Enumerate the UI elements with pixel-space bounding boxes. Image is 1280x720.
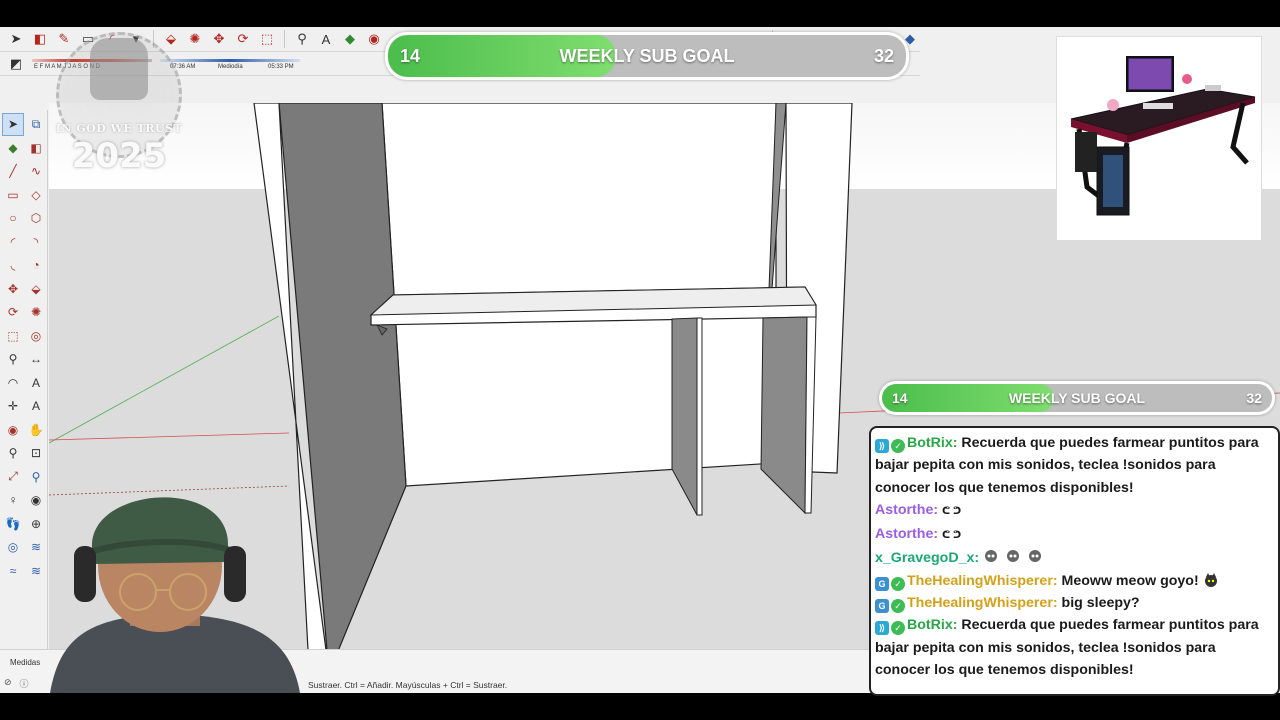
scale-icon[interactable]: ⬚ xyxy=(2,325,24,348)
in-god-we-trust-logo: IN GOD WE TRUST 2025 xyxy=(52,28,186,188)
chat-username: Astorthe xyxy=(875,501,934,518)
rotate-icon[interactable]: ⟳ xyxy=(2,301,24,324)
chat-message: ⟫ ✓ BotRix: Recuerda que puedes farmear pu… xyxy=(875,617,1259,678)
ghost-emote-icon xyxy=(1028,550,1041,563)
paint-icon[interactable]: ◆ xyxy=(2,137,24,160)
fist-icon xyxy=(90,38,148,100)
sub-goal-label: WEEKLY SUB GOAL xyxy=(559,45,735,66)
circle-icon[interactable]: ○ xyxy=(2,207,24,230)
stamp-icon[interactable]: ≈ xyxy=(2,560,24,583)
shadow-time-end: 05:33 PM xyxy=(268,64,294,70)
offset-icon[interactable]: ◎ xyxy=(25,325,47,348)
chat-username: Astorthe xyxy=(875,526,934,543)
chat-message: G ✓ TheHealingWhisperer: big sleepy? xyxy=(875,592,1272,614)
sub-goal-side-target: 32 xyxy=(1246,390,1262,406)
select-icon[interactable]: ➤ xyxy=(2,113,24,136)
sub-goal-bar-top: 14 WEEKLY SUB GOAL 32 xyxy=(385,32,909,80)
select-tool-icon[interactable]: ➤ xyxy=(6,29,26,49)
ghost-emote-icon xyxy=(985,550,998,563)
pie-icon[interactable]: ◔ xyxy=(25,254,47,277)
chat-message: Astorthe: ᕦ ᕤ xyxy=(875,526,962,543)
top-letterbox xyxy=(0,0,1280,27)
bottom-letterbox xyxy=(0,693,1280,720)
verified-badge-icon: ✓ xyxy=(891,439,905,453)
zoom-extents-icon[interactable]: ⤢ xyxy=(2,466,24,489)
ghost-emote-icon xyxy=(1007,550,1020,563)
polygon-icon[interactable]: ⬡ xyxy=(25,207,47,230)
verified-badge-icon: ✓ xyxy=(891,621,905,636)
eraser-small-icon[interactable]: ◩ xyxy=(6,54,26,74)
geo-location-icon[interactable]: ⊘ xyxy=(4,677,12,690)
eraser-tool-icon[interactable]: ◧ xyxy=(30,29,50,49)
protractor-icon[interactable]: ◠ xyxy=(2,372,24,395)
verified-badge-icon: ✓ xyxy=(891,576,905,591)
chat-text: ᕦ ᕤ xyxy=(942,505,962,517)
make-component-icon[interactable]: ⧉ xyxy=(25,113,47,136)
sub-badge-icon: G xyxy=(875,599,889,614)
chat-message: G ✓ TheHealingWhisperer: Meoww meow goyo! xyxy=(875,570,1272,592)
sub-goal-target: 32 xyxy=(873,45,894,66)
chat-username: x_GravegoD_x xyxy=(875,550,975,567)
sandbox-icon[interactable]: ◎ xyxy=(2,536,24,559)
bot-badge-icon: ⟫ xyxy=(875,439,889,453)
chat-text: Meoww meow goyo! xyxy=(1061,572,1199,589)
chat-text: big sleepy? xyxy=(1061,595,1140,612)
arc-3pt-icon[interactable]: ◟ xyxy=(2,254,24,277)
orbit-icon[interactable]: ◉ xyxy=(2,419,24,442)
paint-bucket-icon[interactable]: ◆ xyxy=(340,29,360,49)
text-icon[interactable]: A xyxy=(25,372,47,395)
follow-me-icon[interactable]: ✺ xyxy=(25,301,47,324)
status-hint: Sustraer. Ctrl = Añadir. Mayúsculas + Ct… xyxy=(308,680,508,690)
chat-username: BotRix xyxy=(907,435,953,451)
position-camera-icon[interactable]: ♀ xyxy=(2,489,24,512)
freehand-icon[interactable]: ∿ xyxy=(25,160,47,183)
move-icon[interactable]: ✥ xyxy=(2,278,24,301)
webcam-feed xyxy=(30,466,310,693)
move-tool-icon[interactable]: ✥ xyxy=(209,29,229,49)
arc-2pt-icon[interactable]: ◝ xyxy=(25,231,47,254)
rectangle-icon[interactable]: ▭ xyxy=(2,184,24,207)
arc-icon[interactable]: ◜ xyxy=(2,231,24,254)
stream-chat: ⟫ ✓ BotRix: Recuerda que puedes farmear pu… xyxy=(869,426,1280,696)
sub-goal-side-label: WEEKLY SUB GOAL xyxy=(1008,390,1146,406)
logo-motto: IN GOD WE TRUST xyxy=(55,122,183,135)
info-icon[interactable]: ⓘ xyxy=(20,677,29,690)
chat-username: BotRix xyxy=(907,617,953,634)
zoom-window-icon[interactable]: ⊡ xyxy=(25,442,47,465)
eraser-icon[interactable]: ◧ xyxy=(25,137,47,160)
tape-measure-icon[interactable]: ⚲ xyxy=(2,348,24,371)
pan-icon[interactable]: ✋ xyxy=(25,419,47,442)
logo-year: 2025 xyxy=(71,136,167,176)
line-icon[interactable]: ╱ xyxy=(2,160,24,183)
orbit-tool-icon[interactable]: ◉ xyxy=(364,29,384,49)
rotate-tool-icon[interactable]: ⟳ xyxy=(233,29,253,49)
dimension-icon[interactable]: ↔ xyxy=(25,348,47,371)
tape-measure-icon[interactable]: ⚲ xyxy=(292,29,312,49)
chat-username: TheHealingWhisperer xyxy=(907,595,1053,612)
chat-text: ᕦ ᕤ xyxy=(942,530,962,542)
verified-badge-icon: ✓ xyxy=(891,599,905,614)
zoom-icon[interactable]: ⚲ xyxy=(2,442,24,465)
axes-icon[interactable]: ✛ xyxy=(2,395,24,418)
push-pull-icon[interactable]: ⬙ xyxy=(25,278,47,301)
follow-me-icon[interactable]: ✺ xyxy=(185,29,205,49)
chat-message: x_GravegoD_x: xyxy=(875,547,1272,569)
rotated-rectangle-icon[interactable]: ◇ xyxy=(25,184,47,207)
sub-badge-icon: G xyxy=(875,576,889,591)
shadow-noon-label: Mediodía xyxy=(218,64,243,70)
cat-emote-icon xyxy=(1204,572,1217,587)
bot-badge-icon: ⟫ xyxy=(875,621,889,636)
chat-message: Astorthe: ᕦ ᕤ xyxy=(875,501,962,518)
3d-text-icon[interactable]: A xyxy=(25,395,47,418)
chat-message: ⟫ ✓ BotRix: Recuerda que puedes farmear pu… xyxy=(875,435,1259,496)
sub-goal-bar-side: 14 WEEKLY SUB GOAL 32 xyxy=(879,381,1275,415)
scale-tool-icon[interactable]: ⬚ xyxy=(257,29,277,49)
chat-username: TheHealingWhisperer xyxy=(907,572,1053,589)
text-tool-icon[interactable]: A xyxy=(316,29,336,49)
gaming-desk-image xyxy=(1056,36,1262,241)
walk-icon[interactable]: 👣 xyxy=(2,513,24,536)
